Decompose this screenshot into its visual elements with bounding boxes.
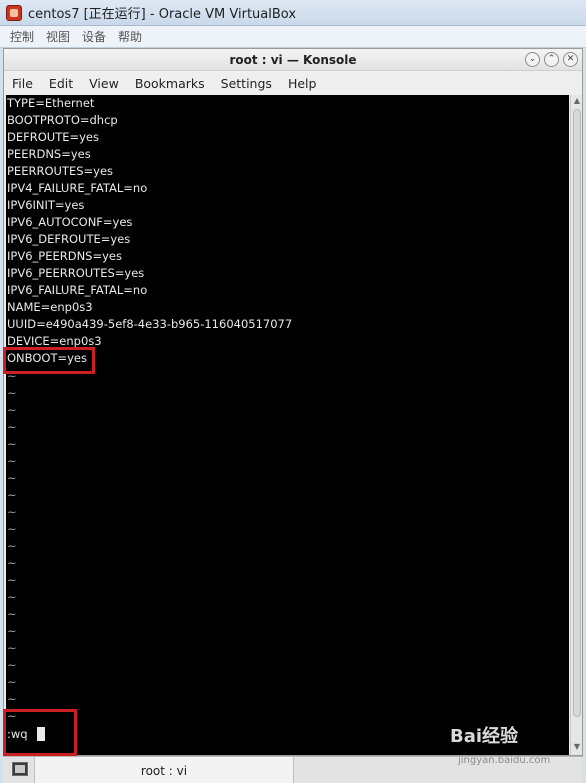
config-line: IPV4_FAILURE_FATAL=no <box>7 181 148 195</box>
config-line: DEFROUTE=yes <box>7 130 99 144</box>
config-line: NAME=enp0s3 <box>7 300 93 314</box>
close-icon[interactable]: ✕ <box>563 52 578 67</box>
konsole-titlebar: root : vi — Konsole ⌄ ⌃ ✕ <box>4 49 582 71</box>
terminal-tab-icon[interactable] <box>12 762 28 776</box>
watermark-url: jingyan.baidu.com <box>458 755 551 766</box>
empty-line-marker: ~ <box>7 573 17 587</box>
konsole-title: root : vi — Konsole <box>229 52 357 67</box>
scroll-up-icon[interactable]: ▲ <box>572 96 582 106</box>
empty-line-marker: ~ <box>7 471 17 485</box>
empty-line-marker: ~ <box>7 641 17 655</box>
baidu-watermark-logo: Bai经验 <box>450 726 519 747</box>
config-line: PEERDNS=yes <box>7 147 91 161</box>
menu-edit[interactable]: Edit <box>49 76 73 91</box>
scrollbar-thumb[interactable] <box>573 109 581 717</box>
menu-bookmarks[interactable]: Bookmarks <box>135 76 205 91</box>
empty-line-marker: ~ <box>7 692 17 706</box>
window-controls: ⌄ ⌃ ✕ <box>525 52 578 67</box>
menu-help[interactable]: Help <box>288 76 317 91</box>
config-line: PEERROUTES=yes <box>7 164 114 178</box>
konsole-menubar: File Edit View Bookmarks Settings Help <box>4 71 582 95</box>
empty-line-marker: ~ <box>7 505 17 519</box>
empty-line-marker: ~ <box>7 420 17 434</box>
empty-line-marker: ~ <box>7 403 17 417</box>
empty-line-marker: ~ <box>7 590 17 604</box>
empty-line-marker: ~ <box>7 658 17 672</box>
tab-label: root : vi <box>140 763 188 778</box>
empty-line-marker: ~ <box>7 624 17 638</box>
tab-root-vi[interactable]: root : vi <box>34 757 294 783</box>
empty-line-marker: ~ <box>7 454 17 468</box>
konsole-window: root : vi — Konsole ⌄ ⌃ ✕ File Edit View… <box>3 48 583 756</box>
terminal-area[interactable]: TYPE=Ethernet BOOTPROTO=dhcp DEFROUTE=ye… <box>6 95 569 755</box>
menu-control[interactable]: 控制 <box>10 28 34 45</box>
empty-line-marker: ~ <box>7 386 17 400</box>
onboot-highlight-box <box>3 347 95 374</box>
config-line: UUID=e490a439-5ef8-4e33-b965-11604051707… <box>7 317 293 331</box>
config-line: IPV6_PEERROUTES=yes <box>7 266 145 280</box>
empty-line-marker: ~ <box>7 488 17 502</box>
virtualbox-menubar: 控制 视图 设备 帮助 <box>0 26 586 48</box>
config-line: IPV6INIT=yes <box>7 198 85 212</box>
menu-help[interactable]: 帮助 <box>118 28 142 45</box>
empty-line-marker: ~ <box>7 437 17 451</box>
window-title: centos7 [正在运行] - Oracle VM VirtualBox <box>28 7 297 22</box>
config-line: IPV6_AUTOCONF=yes <box>7 215 133 229</box>
empty-line-marker: ~ <box>7 539 17 553</box>
config-line: IPV6_DEFROUTE=yes <box>7 232 131 246</box>
empty-line-marker: ~ <box>7 607 17 621</box>
empty-line-marker: ~ <box>7 522 17 536</box>
config-line: IPV6_PEERDNS=yes <box>7 249 122 263</box>
scroll-down-icon[interactable]: ▼ <box>572 742 582 752</box>
config-line: BOOTPROTO=dhcp <box>7 113 118 127</box>
config-line: IPV6_FAILURE_FATAL=no <box>7 283 148 297</box>
menu-devices[interactable]: 设备 <box>82 28 106 45</box>
empty-line-marker: ~ <box>7 675 17 689</box>
menu-file[interactable]: File <box>12 76 33 91</box>
terminal-scrollbar[interactable]: ▲ ▼ <box>570 95 582 755</box>
minimize-icon[interactable]: ⌄ <box>525 52 540 67</box>
menu-settings[interactable]: Settings <box>221 76 272 91</box>
empty-line-marker: ~ <box>7 556 17 570</box>
menu-view[interactable]: 视图 <box>46 28 70 45</box>
virtualbox-titlebar: centos7 [正在运行] - Oracle VM VirtualBox <box>0 0 586 26</box>
virtualbox-app-icon <box>6 4 22 21</box>
menu-view[interactable]: View <box>89 76 119 91</box>
config-line: TYPE=Ethernet <box>7 96 95 110</box>
command-highlight-box <box>3 709 77 756</box>
maximize-icon[interactable]: ⌃ <box>544 52 559 67</box>
